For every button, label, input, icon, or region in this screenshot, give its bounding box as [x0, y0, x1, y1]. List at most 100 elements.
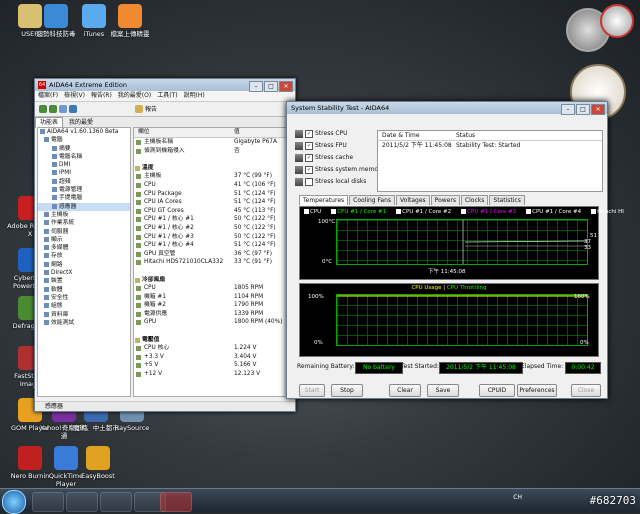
- sensor-row[interactable]: +5 V 5.166 V: [134, 361, 294, 370]
- start-button[interactable]: Start: [299, 384, 325, 397]
- tree-item[interactable]: 手提電腦: [38, 194, 130, 202]
- desktop-icon[interactable]: EasyBoost: [72, 446, 124, 480]
- legend-checkbox[interactable]: [526, 209, 532, 214]
- sensor-row[interactable]: 電源供應 1339 RPM: [134, 310, 294, 319]
- sensor-row[interactable]: 主機板 37 °C (99 °F): [134, 172, 294, 181]
- event-row[interactable]: 2011/5/2 下午 11:45:08 Stability Test: Sta…: [378, 141, 602, 150]
- section-header[interactable]: 溫度: [134, 164, 294, 173]
- sensor-row[interactable]: GPU 1800 RPM (40%): [134, 318, 294, 327]
- checkbox[interactable]: [305, 177, 313, 186]
- sensor-row[interactable]: 機箱 #2 1790 RPM: [134, 301, 294, 310]
- tree-item[interactable]: IPMI: [38, 169, 130, 177]
- save-button[interactable]: Save: [427, 384, 459, 397]
- tree-item[interactable]: 感應器: [38, 202, 130, 211]
- refresh-icon[interactable]: [69, 105, 77, 113]
- legend-entry[interactable]: CPU #1 / Core #4: [526, 209, 586, 215]
- legend-checkbox[interactable]: [304, 209, 309, 214]
- legend-entry[interactable]: Hitachi HI: [591, 209, 629, 215]
- column-status[interactable]: Status: [456, 131, 475, 140]
- legend-entry[interactable]: CPU #1 / Core #1: [331, 209, 391, 215]
- sensor-row[interactable]: [134, 155, 294, 164]
- aida64-main-window[interactable]: 64 AIDA64 Extreme Edition – □ ✕ 檔案(F) 檢視(V)…: [34, 78, 296, 412]
- taskbar-aida64[interactable]: [160, 492, 192, 512]
- graph-tab[interactable]: Powers: [430, 195, 460, 205]
- preferences-button[interactable]: Preferences: [517, 384, 557, 397]
- tree-item[interactable]: 資料庫: [38, 311, 130, 319]
- minimize-button[interactable]: –: [249, 81, 263, 92]
- sensor-row[interactable]: Hitachi HDS721010CLA332 33 °C (91 °F): [134, 258, 294, 267]
- tree-item[interactable]: 摘要: [38, 145, 130, 153]
- graph-tab[interactable]: Statistics: [489, 195, 525, 205]
- stress-option[interactable]: ✓ Stress FPU: [295, 140, 379, 152]
- tree-item[interactable]: 安全性: [38, 294, 130, 302]
- taskbar-ie[interactable]: [32, 492, 64, 512]
- report-icon[interactable]: [135, 105, 143, 113]
- menu-item[interactable]: 檢視(V): [64, 92, 85, 99]
- tree-item[interactable]: 多媒體: [38, 244, 130, 252]
- report-label[interactable]: 報告: [145, 104, 157, 113]
- menu-item[interactable]: 我的最愛(O): [118, 92, 151, 99]
- tree-item[interactable]: 網路: [38, 261, 130, 269]
- sensor-row[interactable]: 偵測到機箱侵入 否: [134, 147, 294, 156]
- sst-maximize-button[interactable]: □: [576, 104, 590, 115]
- menu-item[interactable]: 工具(T): [157, 92, 177, 99]
- tree-item[interactable]: DirectX: [38, 269, 130, 277]
- desktop-icon[interactable]: 檔案上傳精靈: [104, 4, 156, 38]
- column-value[interactable]: 值: [234, 128, 240, 137]
- checkbox[interactable]: ✓: [305, 141, 313, 150]
- sensor-row[interactable]: GPU 真空管 36 °C (97 °F): [134, 250, 294, 259]
- sensor-row[interactable]: CPU GT Cores 45 °C (113 °F): [134, 207, 294, 216]
- legend-entry[interactable]: CPU: [304, 209, 326, 215]
- tree-item[interactable]: DMI: [38, 161, 130, 169]
- close-button[interactable]: Close: [571, 384, 601, 397]
- stop-button[interactable]: Stop: [331, 384, 363, 397]
- graph-tab[interactable]: Temperatures: [299, 195, 349, 205]
- tray-lang[interactable]: CH: [513, 494, 522, 501]
- stability-test-window[interactable]: System Stability Test - AIDA64 – □ ✕ ✓ Stre…: [286, 101, 624, 399]
- sensor-row[interactable]: 機箱 #1 1104 RPM: [134, 293, 294, 302]
- checkbox[interactable]: ✓: [305, 153, 313, 162]
- section-header[interactable]: 電壓值: [134, 336, 294, 345]
- graph-tab[interactable]: Voltages: [396, 195, 430, 205]
- menu-item[interactable]: 報告(R): [91, 92, 112, 99]
- sensor-row[interactable]: [134, 327, 294, 336]
- legend-entry[interactable]: CPU #1 / Core #2: [396, 209, 456, 215]
- sensor-row[interactable]: CPU 41 °C (106 °F): [134, 181, 294, 190]
- tree-item[interactable]: 伺服器: [38, 228, 130, 236]
- sensor-row[interactable]: CPU #1 / 核心 #2 50 °C (122 °F): [134, 224, 294, 233]
- up-icon[interactable]: [59, 105, 67, 113]
- tree-item[interactable]: 超頻: [38, 178, 130, 186]
- taskbar-media[interactable]: [100, 492, 132, 512]
- sst-close-button[interactable]: ✕: [591, 104, 605, 115]
- checkbox[interactable]: ✓: [305, 165, 313, 174]
- sensor-row[interactable]: CPU #1 / 核心 #1 50 °C (122 °F): [134, 215, 294, 224]
- sensor-row[interactable]: CPU #1 / 核心 #4 51 °C (124 °F): [134, 241, 294, 250]
- tree-item[interactable]: 效能測試: [38, 319, 130, 327]
- sensor-row[interactable]: CPU Package 51 °C (124 °F): [134, 190, 294, 199]
- sst-titlebar[interactable]: System Stability Test - AIDA64 – □ ✕: [287, 102, 607, 115]
- tree-item[interactable]: 組態: [38, 302, 130, 310]
- graph-tab[interactable]: Cooling Fans: [349, 195, 396, 205]
- clear-button[interactable]: Clear: [389, 384, 421, 397]
- forward-icon[interactable]: [49, 105, 57, 113]
- tree-item[interactable]: 存放: [38, 252, 130, 260]
- tree-item[interactable]: 電腦名稱: [38, 153, 130, 161]
- column-field[interactable]: 欄位: [138, 128, 150, 137]
- legend-entry[interactable]: CPU #1 / Core #3: [461, 209, 521, 215]
- stress-option[interactable]: Stress local disks: [295, 176, 379, 188]
- tree-item[interactable]: 顯示: [38, 236, 130, 244]
- legend-checkbox[interactable]: [461, 209, 467, 214]
- sensor-row[interactable]: +12 V 12.123 V: [134, 370, 294, 379]
- tree-item[interactable]: 作業系統: [38, 219, 130, 227]
- close-button[interactable]: ✕: [279, 81, 293, 92]
- back-icon[interactable]: [39, 105, 47, 113]
- start-button[interactable]: [2, 490, 26, 514]
- stress-option[interactable]: ✓ Stress CPU: [295, 128, 379, 140]
- stress-option[interactable]: ✓ Stress system memory: [295, 164, 384, 176]
- taskbar-explorer[interactable]: [66, 492, 98, 512]
- sensor-row[interactable]: CPU 1805 RPM: [134, 284, 294, 293]
- sst-minimize-button[interactable]: –: [561, 104, 575, 115]
- sensor-row[interactable]: CPU IA Cores 51 °C (124 °F): [134, 198, 294, 207]
- stress-option[interactable]: ✓ Stress cache: [295, 152, 379, 164]
- tree-item[interactable]: 電腦: [38, 136, 130, 144]
